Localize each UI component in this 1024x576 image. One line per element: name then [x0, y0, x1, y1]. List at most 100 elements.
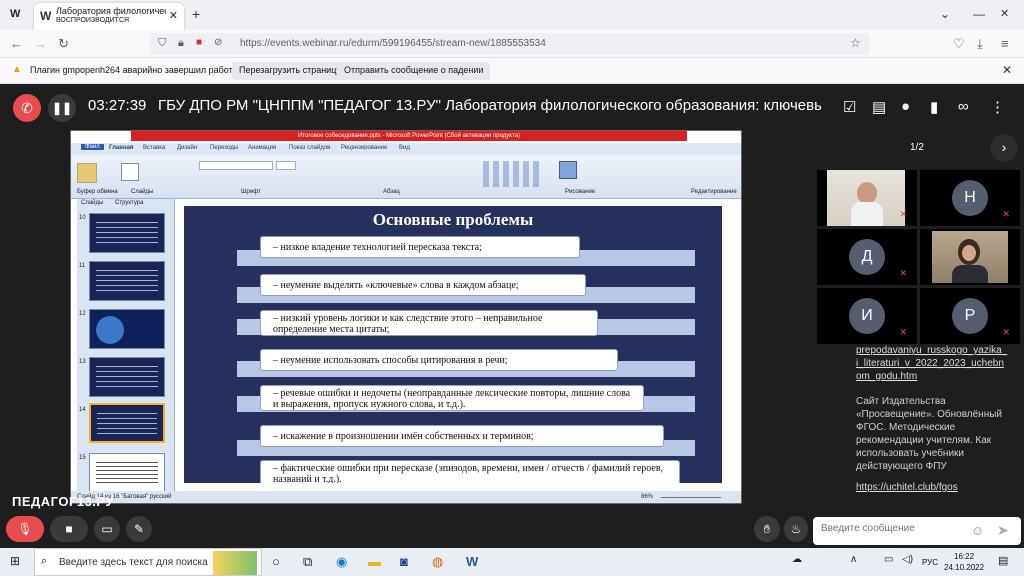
webinar-app-icon[interactable]: ◙	[400, 554, 408, 569]
tray-expand-icon[interactable]: ∧	[850, 554, 857, 565]
reactions-button[interactable]: ♨	[784, 516, 808, 542]
participant-tile[interactable]: Р ✕	[920, 288, 1020, 344]
slide-thumbnail[interactable]	[89, 357, 165, 397]
participant-tile[interactable]	[920, 229, 1020, 285]
ppt-tab-design[interactable]: Дизайн	[177, 145, 197, 151]
close-window-icon[interactable]: ✕	[1000, 7, 1009, 20]
font-name-field[interactable]	[199, 161, 273, 170]
phone-icon: ✆	[21, 100, 33, 116]
paste-icon[interactable]	[77, 163, 97, 183]
ppt-tab-animation[interactable]: Анимация	[248, 145, 276, 151]
ppt-zoom-value[interactable]: 86%	[641, 494, 653, 500]
mic-toggle-button[interactable]: 🎙︎	[6, 516, 44, 542]
new-tab-icon[interactable]: +	[192, 6, 200, 22]
participant-tile[interactable]: Н ✕	[920, 170, 1020, 226]
participant-tile[interactable]: Д ✕	[817, 229, 917, 285]
menu-icon[interactable]: ≡	[1001, 37, 1009, 51]
ppt-tab-transitions[interactable]: Переходы	[210, 145, 238, 151]
new-slide-icon[interactable]	[121, 163, 139, 181]
broadcast-timer: 03:27:39	[88, 97, 147, 114]
ppt-tab-insert[interactable]: Вставка	[143, 145, 165, 151]
ribbon-group-clipboard: Буфер обмена	[77, 189, 118, 195]
ppt-tab-view[interactable]: Вид	[399, 145, 410, 151]
downloads-icon[interactable]: ⤓	[977, 37, 983, 51]
participant-tile[interactable]: ✕	[817, 170, 917, 226]
ppt-tab-file[interactable]: Файл	[81, 144, 104, 150]
screen-share-button[interactable]: ▭	[94, 516, 120, 542]
tab-list-icon[interactable]: ⌄	[940, 7, 950, 21]
chat-message-field[interactable]: ☺ ➤	[813, 517, 1021, 545]
camera-toggle-button[interactable]: ■	[50, 516, 88, 542]
panel-tab-slides[interactable]: Слайды	[81, 200, 103, 206]
browser-tab[interactable]: W Лаборатория филологическо ВОСПРОИЗВОДИ…	[34, 3, 184, 30]
language-indicator[interactable]: РУС	[922, 558, 938, 567]
edge-icon[interactable]: ◉	[336, 554, 347, 570]
ppt-ribbon-tabs: Файл Главная Вставка Дизайн Переходы Ани…	[71, 143, 741, 155]
forward-icon[interactable]: →	[34, 37, 47, 51]
lock-icon[interactable]: 🔒︎	[178, 37, 184, 50]
task-view-icon[interactable]: ⧉	[303, 554, 312, 570]
zoom-slider[interactable]	[661, 497, 721, 498]
chat-input[interactable]	[821, 523, 971, 534]
shapes-gallery[interactable]	[483, 161, 543, 187]
slide-thumbnail[interactable]	[89, 309, 165, 349]
chat-link[interactable]: prepodavaniyu_russkogo_yazika_i_literatu…	[856, 344, 1008, 383]
participant-avatar: Д	[849, 239, 885, 275]
ribbon-group-editing: Редактирование	[691, 189, 737, 195]
participants-icon[interactable]: ●	[901, 98, 910, 115]
pocket-icon[interactable]: ♡	[953, 37, 965, 51]
slide-thumbnail[interactable]	[89, 453, 165, 493]
slide-thumbnail[interactable]	[89, 261, 165, 301]
minimize-icon[interactable]: —	[973, 7, 985, 21]
start-icon[interactable]: ⊞	[10, 554, 20, 568]
url-text[interactable]: https://events.webinar.ru/edurm/59919645…	[240, 38, 546, 49]
slide-thumbnail[interactable]	[89, 213, 165, 253]
camera-permission-icon[interactable]: ■	[196, 37, 202, 48]
browser-menu-icon[interactable]: W	[10, 8, 20, 20]
ppt-tab-home[interactable]: Главная	[109, 145, 133, 151]
taskbar-clock[interactable]: 16:22 24.10.2022	[944, 551, 984, 573]
chat-icon[interactable]: ▤	[872, 98, 886, 116]
pause-button[interactable]: ❚❚	[48, 94, 76, 122]
network-icon[interactable]: ▭	[884, 554, 893, 565]
close-notification-icon[interactable]: ✕	[1002, 63, 1012, 77]
next-page-button[interactable]: ›	[990, 134, 1018, 162]
notifications-icon[interactable]: ▤	[998, 554, 1008, 567]
search-icon: ⌕	[41, 555, 48, 567]
reload-icon[interactable]: ↻	[58, 37, 69, 51]
ppt-tab-review[interactable]: Рецензирование	[341, 145, 387, 151]
raise-hand-button[interactable]: ✋︎	[754, 516, 780, 542]
link-icon[interactable]: ∞	[958, 98, 969, 115]
shield-icon[interactable]: ⛉	[158, 37, 166, 50]
mic-off-icon: ✕	[899, 327, 907, 337]
close-tab-icon[interactable]: ✕	[169, 9, 178, 22]
firefox-icon[interactable]: ◍	[432, 554, 443, 570]
file-icon[interactable]: ▮	[930, 98, 938, 116]
reload-page-button[interactable]: Перезагрузить страницу	[232, 62, 348, 80]
back-icon[interactable]: ←	[10, 37, 23, 51]
arrange-icon[interactable]	[559, 161, 577, 179]
font-size-field[interactable]	[276, 161, 296, 170]
cortana-icon[interactable]: ○	[272, 554, 280, 569]
weather-icon[interactable]: ☁	[792, 554, 802, 565]
more-options-icon[interactable]: ⋮	[990, 98, 1005, 116]
panel-tab-outline[interactable]: Структура	[115, 200, 143, 206]
bookmark-star-icon[interactable]: ☆	[850, 36, 861, 50]
slide-thumbnail-active[interactable]	[89, 403, 165, 443]
volume-icon[interactable]: ◁)	[902, 554, 913, 565]
mic-permission-icon[interactable]: ⊘	[214, 37, 222, 48]
hang-up-button[interactable]: ✆	[13, 94, 41, 122]
file-explorer-icon[interactable]: ▬	[368, 554, 381, 569]
participant-tile[interactable]: И ✕	[817, 288, 917, 344]
chat-link[interactable]: https://uchitel.club/fgos	[856, 481, 1008, 494]
url-bar[interactable]: ⛉ 🔒︎ ■ ⊘ https://events.webinar.ru/edurm…	[150, 33, 870, 55]
taskbar-search[interactable]: ⌕ Введите здесь текст для поиска	[34, 548, 262, 576]
send-icon[interactable]: ➤	[997, 522, 1009, 539]
checklist-icon[interactable]: ☑	[843, 98, 856, 116]
emoji-icon[interactable]: ☺	[971, 523, 984, 538]
tools-button[interactable]: ✎	[126, 516, 152, 542]
word-icon[interactable]: W	[466, 554, 478, 569]
report-crash-button[interactable]: Отправить сообщение о падении	[337, 62, 491, 80]
ppt-tab-slideshow[interactable]: Показ слайдов	[289, 145, 330, 151]
tools-icon: ✎	[133, 522, 145, 536]
